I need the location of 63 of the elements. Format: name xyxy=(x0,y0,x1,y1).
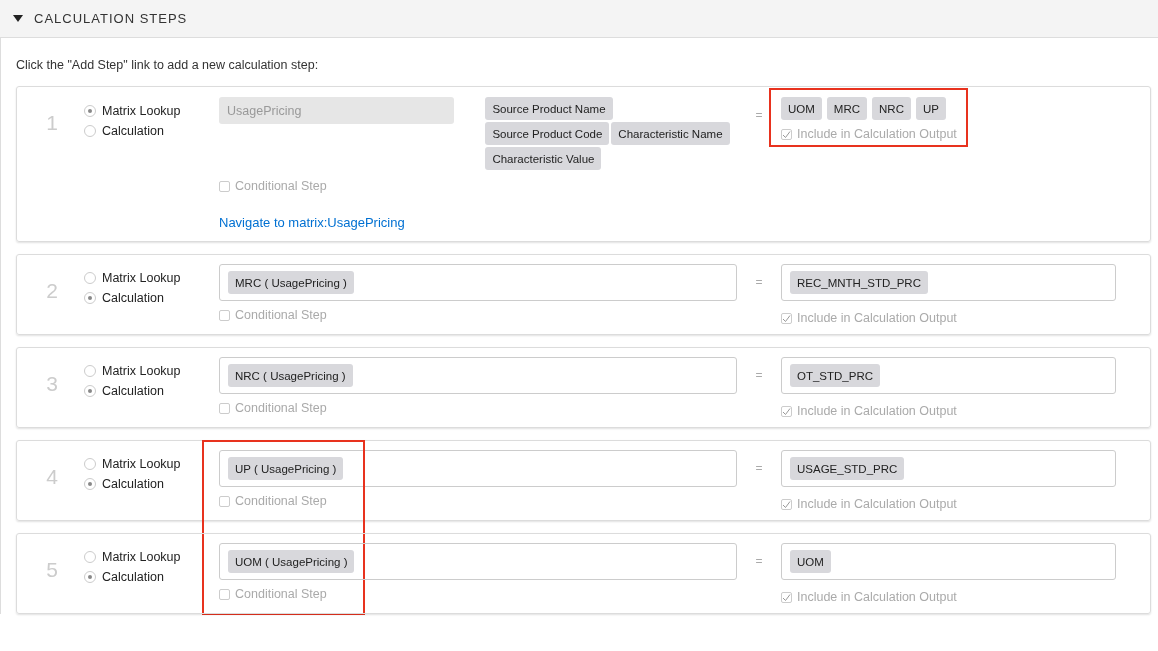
checkbox[interactable] xyxy=(781,312,792,324)
navigate-link[interactable]: Navigate to matrix:UsagePricing xyxy=(219,215,405,230)
output-tag: UOM xyxy=(790,550,831,573)
formula-tag: NRC ( UsagePricing ) xyxy=(228,364,353,387)
conditional-step-label: Conditional Step xyxy=(235,179,327,193)
checkbox[interactable] xyxy=(219,180,230,192)
checkbox[interactable] xyxy=(781,591,792,603)
conditional-step-label: Conditional Step xyxy=(235,587,327,601)
radio-option[interactable]: Matrix Lookup xyxy=(84,104,181,118)
conditional-step-label: Conditional Step xyxy=(235,494,327,508)
include-output-label: Include in Calculation Output xyxy=(797,497,957,511)
radio-option[interactable]: Calculation xyxy=(84,384,164,398)
checkbox[interactable] xyxy=(781,405,792,417)
checkbox[interactable] xyxy=(781,128,792,140)
checkbox[interactable] xyxy=(219,309,230,321)
section-title: CALCULATION STEPS xyxy=(34,11,188,26)
checkbox[interactable] xyxy=(219,495,230,507)
include-output-label: Include in Calculation Output xyxy=(797,404,957,418)
formula-field[interactable]: MRC ( UsagePricing ) xyxy=(219,264,737,301)
equals-sign: = xyxy=(755,460,763,475)
equals-sign: = xyxy=(755,274,763,289)
output-tag: UOM xyxy=(781,97,822,120)
input-tag: Source Product Code xyxy=(485,122,610,145)
radio-option[interactable]: Calculation xyxy=(84,570,164,584)
output-field[interactable]: USAGE_STD_PRC xyxy=(781,450,1116,487)
equals-sign: = xyxy=(755,553,763,568)
include-output-label: Include in Calculation Output xyxy=(797,127,957,141)
input-tag: Characteristic Name xyxy=(611,122,730,145)
conditional-step-label: Conditional Step xyxy=(235,308,327,322)
radio-option[interactable]: Calculation xyxy=(84,477,164,491)
formula-field[interactable]: UOM ( UsagePricing ) xyxy=(219,543,737,580)
output-tag: UP xyxy=(915,97,946,120)
radio-option[interactable]: Matrix Lookup xyxy=(84,457,181,471)
input-tag: Source Product Name xyxy=(485,97,613,120)
output-tag: OT_STD_PRC xyxy=(790,364,881,387)
formula-tag: UOM ( UsagePricing ) xyxy=(228,550,355,573)
equals-sign: = xyxy=(755,107,763,122)
output-tag: MRC xyxy=(826,97,868,120)
section-header[interactable]: CALCULATION STEPS xyxy=(0,0,1158,38)
instruction-text: Click the "Add Step" link to add a new calculation step: xyxy=(16,58,320,72)
checkbox[interactable] xyxy=(781,498,792,510)
output-tag: REC_MNTH_STD_PRC xyxy=(790,271,928,294)
input-tag: Characteristic Value xyxy=(485,147,602,170)
output-field[interactable]: UOM xyxy=(781,543,1116,580)
output-tag: NRC xyxy=(872,97,911,120)
equals-sign: = xyxy=(755,367,763,382)
include-output-label: Include in Calculation Output xyxy=(797,311,957,325)
radio-option[interactable]: Matrix Lookup xyxy=(84,550,181,564)
formula-field[interactable]: NRC ( UsagePricing ) xyxy=(219,357,737,394)
formula-tag: MRC ( UsagePricing ) xyxy=(228,271,354,294)
radio-option[interactable]: Calculation xyxy=(84,124,164,138)
conditional-step-label: Conditional Step xyxy=(235,401,327,415)
radio-option[interactable]: Matrix Lookup xyxy=(84,271,181,285)
output-field[interactable]: OT_STD_PRC xyxy=(781,357,1116,394)
checkbox[interactable] xyxy=(219,402,230,414)
output-field[interactable]: REC_MNTH_STD_PRC xyxy=(781,264,1116,301)
checkbox[interactable] xyxy=(219,588,230,600)
formula-tag: UP ( UsagePricing ) xyxy=(228,457,344,480)
output-tag: USAGE_STD_PRC xyxy=(790,457,905,480)
radio-option[interactable]: Matrix Lookup xyxy=(84,364,181,378)
formula-field[interactable]: UP ( UsagePricing ) xyxy=(219,450,737,487)
radio-option[interactable]: Calculation xyxy=(84,291,164,305)
include-output-label: Include in Calculation Output xyxy=(797,590,957,604)
